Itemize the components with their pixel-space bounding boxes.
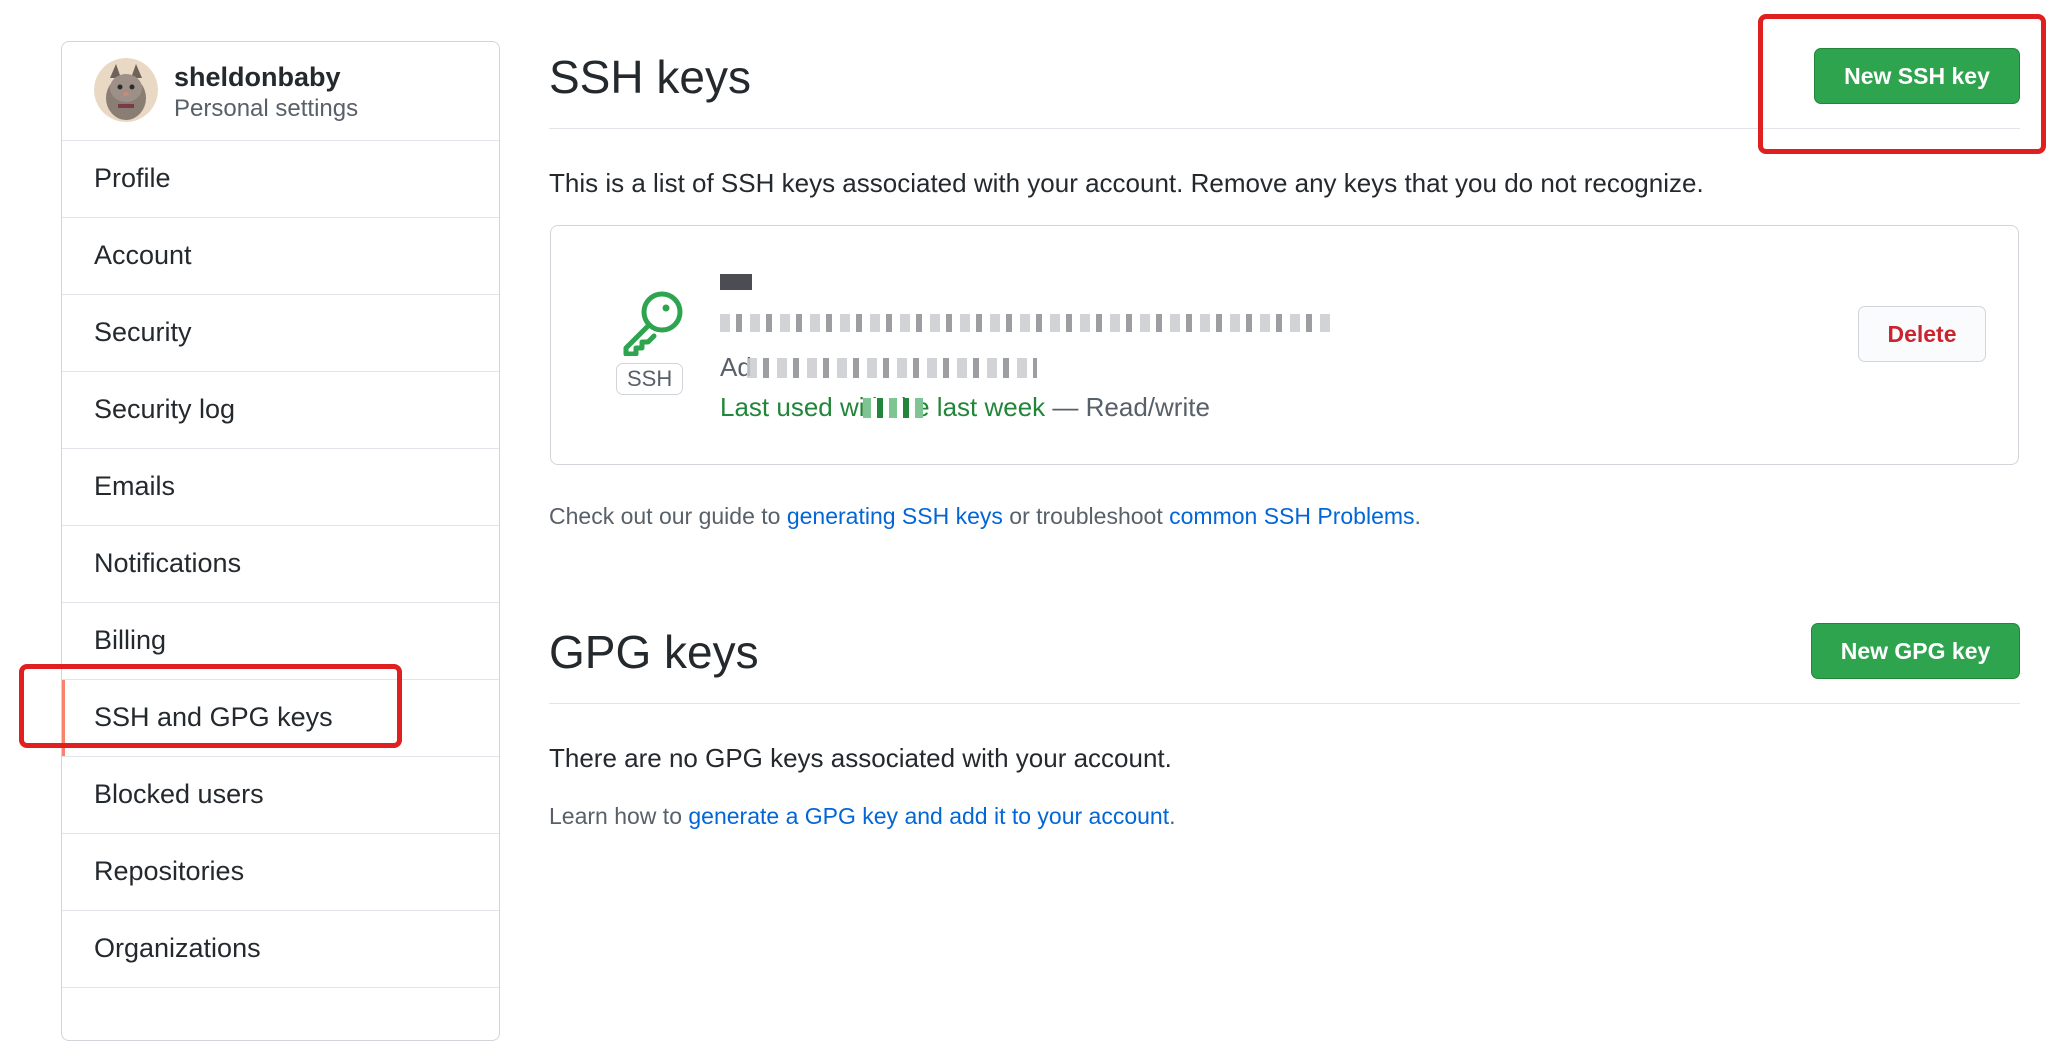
sidebar-item-label: Security — [94, 317, 192, 347]
ssh-guide-text: Check out our guide to generating SSH ke… — [549, 503, 1421, 530]
sidebar-item-organizations[interactable]: Organizations — [62, 911, 499, 988]
gpg-keys-title: GPG keys — [549, 626, 759, 678]
sidebar-item-label: Billing — [94, 625, 167, 655]
sidebar-item-repositories[interactable]: Repositories — [62, 834, 499, 911]
key-fingerprint-redacted — [720, 314, 1332, 332]
ssh-key-card: SSH Ad Last used with the last week — Re… — [550, 225, 2019, 465]
ssh-type-badge: SSH — [616, 363, 684, 395]
key-access-level: — Read/write — [1045, 392, 1210, 422]
profile-header[interactable]: sheldonbaby Personal settings — [62, 42, 499, 141]
sidebar-item-label: Account — [94, 240, 192, 270]
sidebar-item-label: Emails — [94, 471, 176, 501]
sidebar-item-emails[interactable]: Emails — [62, 449, 499, 526]
guide-suffix: . — [1414, 503, 1421, 529]
settings-sidebar: sheldonbaby Personal settings Profile Ac… — [61, 41, 500, 1041]
learn-prefix: Learn how to — [549, 803, 689, 829]
sidebar-item-label: Repositories — [94, 856, 245, 886]
delete-key-button[interactable]: Delete — [1858, 306, 1986, 362]
sidebar-item-ssh-gpg-keys[interactable]: SSH and GPG keys — [62, 680, 499, 757]
guide-prefix: Check out our guide to — [549, 503, 787, 529]
common-ssh-problems-link[interactable]: common SSH Problems — [1169, 503, 1414, 529]
sidebar-item-billing[interactable]: Billing — [62, 603, 499, 680]
sidebar-item-blocked-users[interactable]: Blocked users — [62, 757, 499, 834]
learn-suffix: . — [1169, 803, 1176, 829]
ssh-section-divider — [549, 128, 2020, 129]
sidebar-item-security-log[interactable]: Security log — [62, 372, 499, 449]
gpg-section-divider — [549, 703, 2020, 704]
sidebar-item-label: Organizations — [94, 933, 261, 963]
new-gpg-key-button[interactable]: New GPG key — [1811, 623, 2020, 679]
sidebar-item-label: Profile — [94, 163, 171, 193]
new-ssh-key-button[interactable]: New SSH key — [1814, 48, 2020, 104]
gpg-empty-message: There are no GPG keys associated with yo… — [549, 743, 1172, 773]
sidebar-item-label: Security log — [94, 394, 236, 424]
profile-subtitle: Personal settings — [174, 95, 359, 122]
key-added-redacted — [747, 358, 1037, 378]
sidebar-item-label: Blocked users — [94, 779, 264, 809]
sidebar-item-notifications[interactable]: Notifications — [62, 526, 499, 603]
key-icon — [618, 288, 686, 361]
sidebar-item-account[interactable]: Account — [62, 218, 499, 295]
sidebar-item-label: Notifications — [94, 548, 242, 578]
sidebar-item-security[interactable]: Security — [62, 295, 499, 372]
profile-username[interactable]: sheldonbaby — [174, 62, 341, 93]
gpg-learn-text: Learn how to generate a GPG key and add … — [549, 803, 1176, 830]
avatar[interactable] — [94, 58, 158, 122]
generating-ssh-keys-link[interactable]: generating SSH keys — [787, 503, 1003, 529]
key-title-redacted — [720, 274, 752, 290]
key-last-used-redacted — [863, 398, 923, 418]
sidebar-item-profile[interactable]: Profile — [62, 141, 499, 218]
key-last-used: Last used with the last week — Read/writ… — [720, 392, 1210, 423]
guide-middle: or troubleshoot — [1002, 503, 1170, 529]
ssh-keys-title: SSH keys — [549, 51, 751, 103]
ssh-keys-description: This is a list of SSH keys associated wi… — [549, 168, 1704, 198]
generate-gpg-key-link[interactable]: generate a GPG key and add it to your ac… — [688, 803, 1169, 829]
sidebar-item-label: SSH and GPG keys — [94, 702, 333, 732]
